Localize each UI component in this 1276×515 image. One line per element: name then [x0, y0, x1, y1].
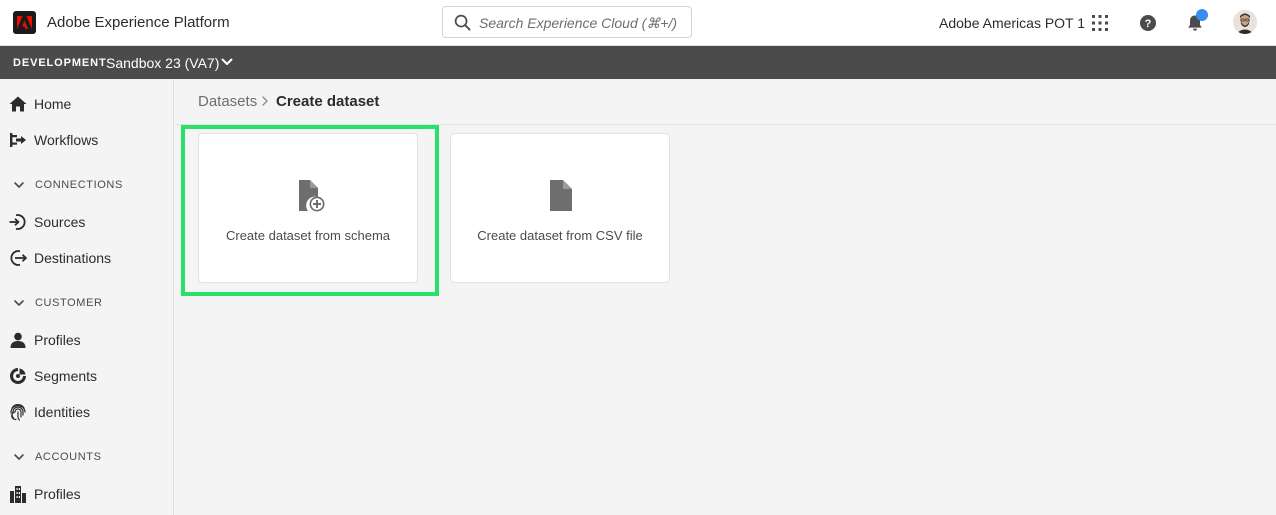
notification-badge	[1196, 9, 1208, 21]
chevron-down-icon[interactable]	[220, 55, 234, 69]
search-box[interactable]	[442, 6, 692, 38]
breadcrumb-datasets-link[interactable]: Datasets	[198, 93, 257, 110]
sandbox-bar: DEVELOPMENT Sandbox 23 (VA7)	[0, 46, 1276, 79]
workflow-icon	[9, 131, 27, 149]
notifications-bell-icon[interactable]	[1183, 9, 1208, 35]
chevron-down-icon	[14, 454, 24, 460]
page-title: Create dataset	[276, 93, 380, 110]
document-icon	[550, 180, 572, 211]
nav-section-accounts[interactable]: ACCOUNTS	[0, 446, 173, 468]
adobe-logo-icon[interactable]	[13, 11, 36, 34]
fingerprint-icon	[9, 403, 27, 421]
top-header: Adobe Experience Platform Adobe Americas…	[0, 0, 1276, 46]
nav-item-account-profiles[interactable]: Profiles	[0, 479, 173, 509]
left-nav: Home Workflows CONNECTIONS Sources Desti…	[0, 79, 174, 515]
environment-label: DEVELOPMENT	[13, 57, 107, 69]
document-add-icon	[299, 180, 325, 212]
nav-section-customer[interactable]: CUSTOMER	[0, 292, 173, 314]
chevron-right-icon	[262, 96, 268, 106]
nav-item-identities[interactable]: Identities	[0, 397, 173, 427]
card-label: Create dataset from schema	[225, 228, 391, 243]
nav-item-workflows[interactable]: Workflows	[0, 125, 173, 155]
nav-item-sources[interactable]: Sources	[0, 207, 173, 237]
building-icon	[9, 485, 27, 503]
sandbox-switcher[interactable]: Sandbox 23 (VA7)	[106, 55, 219, 71]
nav-item-profiles[interactable]: Profiles	[0, 325, 173, 355]
nav-item-segments[interactable]: Segments	[0, 361, 173, 391]
segments-icon	[9, 367, 27, 385]
create-from-csv-card[interactable]: Create dataset from CSV file	[450, 133, 670, 283]
nav-section-connections[interactable]: CONNECTIONS	[0, 174, 173, 196]
card-label: Create dataset from CSV file	[477, 228, 643, 243]
nav-item-home[interactable]: Home	[0, 89, 173, 119]
org-switcher[interactable]: Adobe Americas POT 1	[939, 15, 1085, 31]
search-input[interactable]	[479, 12, 684, 34]
user-avatar[interactable]	[1233, 10, 1257, 34]
sources-icon	[9, 213, 27, 231]
help-icon[interactable]: ?	[1136, 11, 1160, 35]
nav-item-destinations[interactable]: Destinations	[0, 243, 173, 273]
chevron-down-icon	[14, 182, 24, 188]
app-title[interactable]: Adobe Experience Platform	[47, 14, 230, 31]
search-icon	[454, 14, 471, 31]
breadcrumb: Datasets Create dataset	[175, 79, 1276, 125]
chevron-down-icon	[14, 300, 24, 306]
apps-grid-icon[interactable]	[1088, 11, 1112, 35]
profile-icon	[9, 331, 27, 349]
create-from-schema-card[interactable]: Create dataset from schema	[198, 133, 418, 283]
svg-text:?: ?	[1145, 18, 1152, 30]
destinations-icon	[9, 249, 27, 267]
home-icon	[9, 95, 27, 113]
